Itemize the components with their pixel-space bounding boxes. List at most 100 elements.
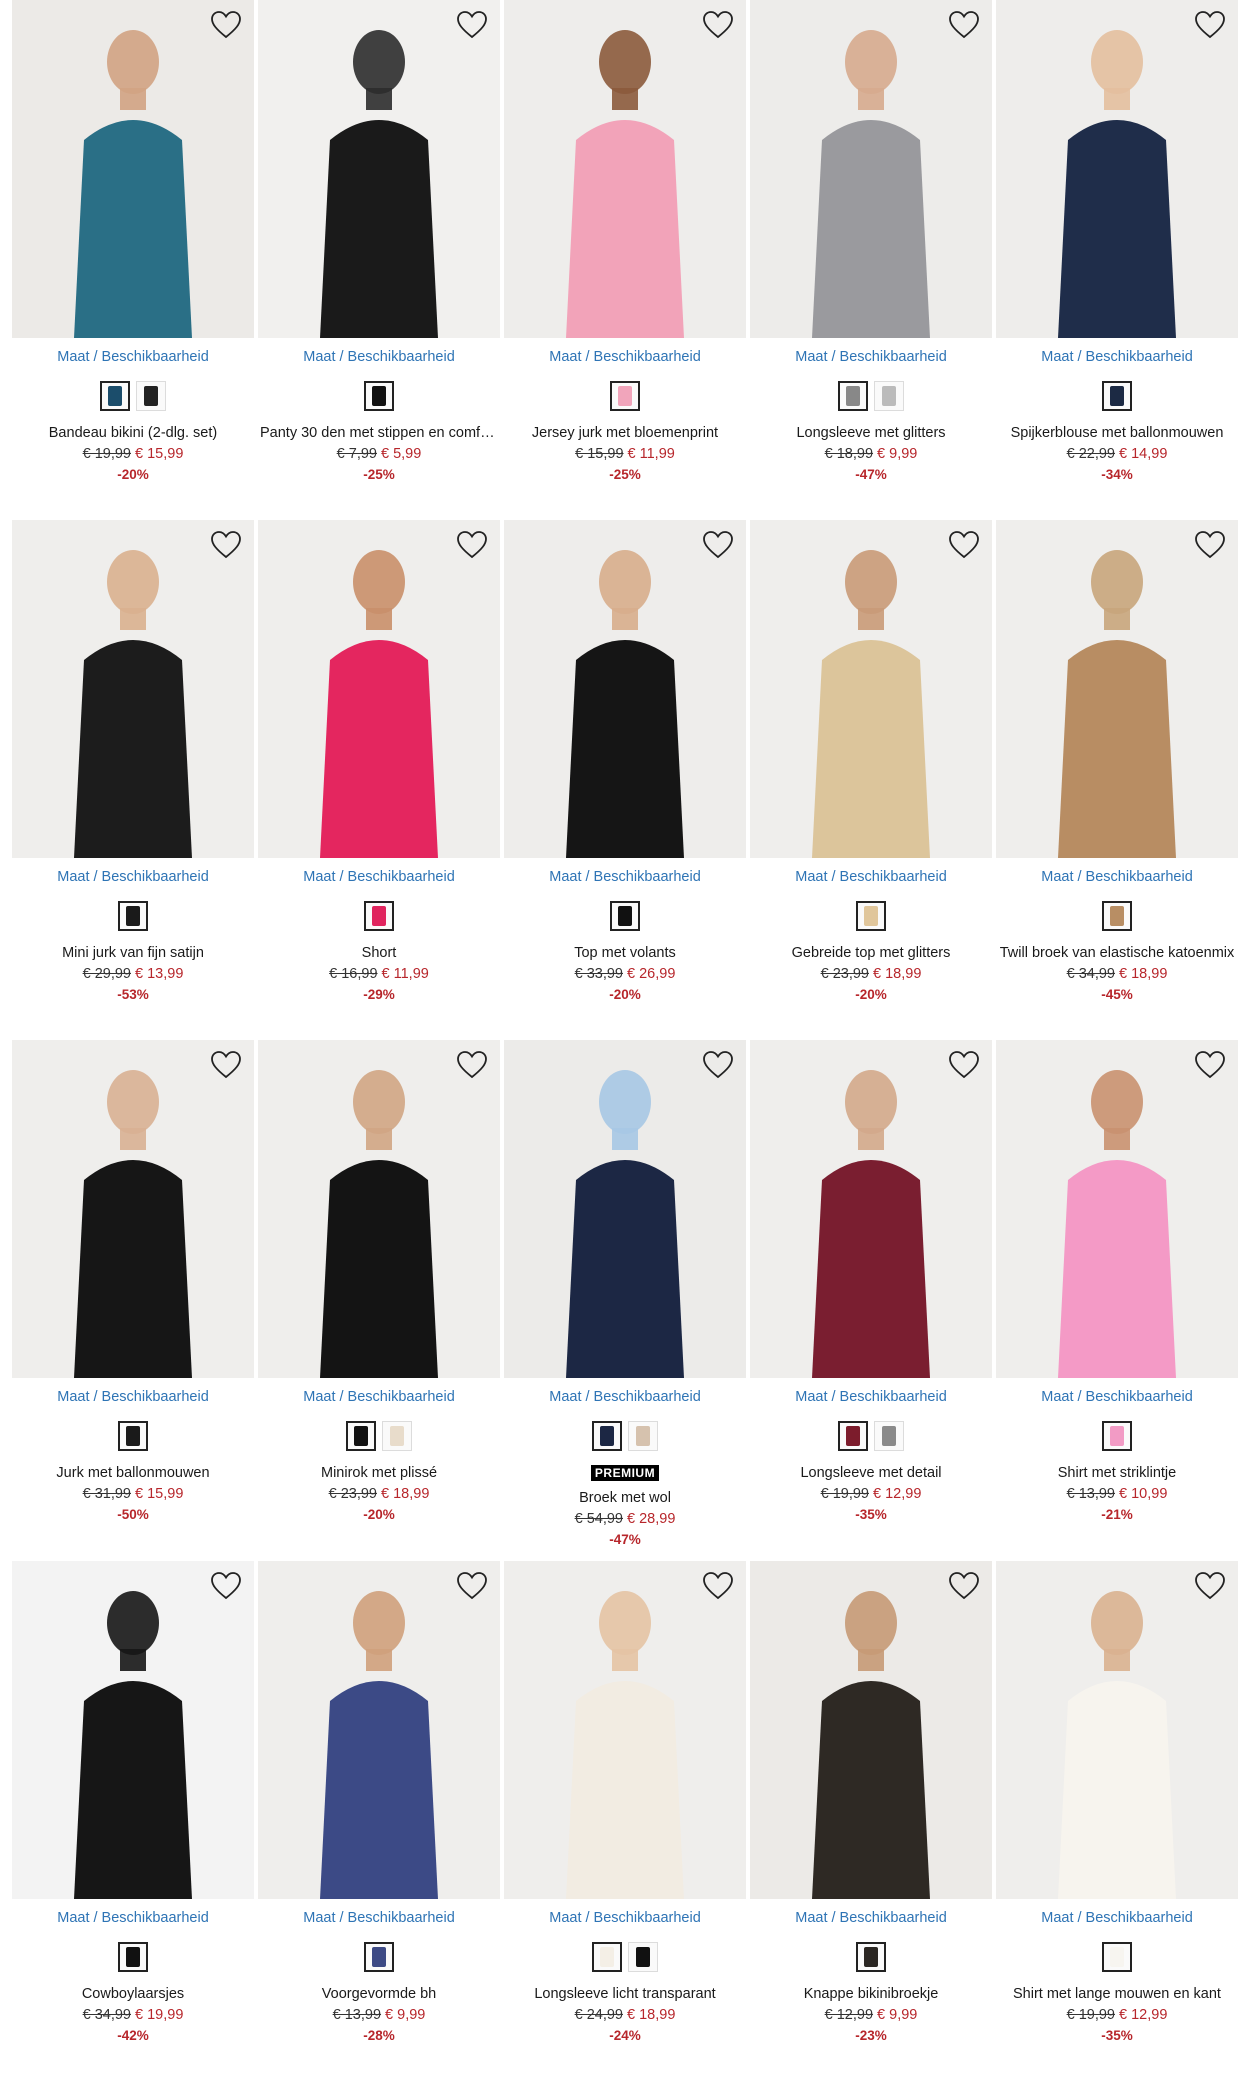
color-swatch[interactable] [118, 901, 148, 931]
wishlist-heart-icon[interactable] [456, 1050, 488, 1080]
color-swatch[interactable] [610, 381, 640, 411]
product-name[interactable]: Twill broek van elastische katoenmix [996, 945, 1238, 961]
color-swatch[interactable] [838, 381, 868, 411]
size-availability-link[interactable]: Maat / Beschikbaarheid [996, 869, 1238, 885]
product-name[interactable]: Broek met wol [504, 1490, 746, 1506]
wishlist-heart-icon[interactable] [1194, 1050, 1226, 1080]
color-swatch[interactable] [856, 901, 886, 931]
product-card[interactable]: Maat / Beschikbaarheid Cowboylaarsjes € 34… [12, 1561, 254, 2081]
color-swatch[interactable] [100, 381, 130, 411]
product-image[interactable] [750, 520, 992, 858]
product-card[interactable]: Maat / Beschikbaarheid Knappe bikinibroek… [750, 1561, 992, 2081]
product-card[interactable]: Maat / Beschikbaarheid Longsleeve licht t… [504, 1561, 746, 2081]
color-swatch[interactable] [118, 1942, 148, 1972]
product-name[interactable]: Mini jurk van fijn satijn [12, 945, 254, 961]
wishlist-heart-icon[interactable] [456, 530, 488, 560]
product-image[interactable] [996, 520, 1238, 858]
size-availability-link[interactable]: Maat / Beschikbaarheid [12, 349, 254, 365]
color-swatch[interactable] [1102, 1942, 1132, 1972]
product-name[interactable]: Longsleeve met glitters [750, 425, 992, 441]
product-image[interactable] [258, 520, 500, 858]
wishlist-heart-icon[interactable] [210, 10, 242, 40]
product-name[interactable]: Longsleeve met detail [750, 1465, 992, 1481]
product-image[interactable] [996, 0, 1238, 338]
size-availability-link[interactable]: Maat / Beschikbaarheid [750, 1910, 992, 1926]
color-swatch[interactable] [874, 381, 904, 411]
product-card[interactable]: Maat / Beschikbaarheid Spijkerblouse met … [996, 0, 1238, 520]
color-swatch[interactable] [628, 1421, 658, 1451]
product-image[interactable] [750, 0, 992, 338]
size-availability-link[interactable]: Maat / Beschikbaarheid [258, 349, 500, 365]
product-card[interactable]: Maat / Beschikbaarheid Voorgevormde bh € 1… [258, 1561, 500, 2081]
product-name[interactable]: Knappe bikinibroekje [750, 1986, 992, 2002]
product-card[interactable]: Maat / Beschikbaarheid Twill broek van el… [996, 520, 1238, 1040]
product-image[interactable] [12, 1040, 254, 1378]
product-card[interactable]: Maat / Beschikbaarheid Longsleeve met gli… [750, 0, 992, 520]
product-name[interactable]: Shirt met striklintje [996, 1465, 1238, 1481]
product-name[interactable]: Top met volants [504, 945, 746, 961]
size-availability-link[interactable]: Maat / Beschikbaarheid [996, 1910, 1238, 1926]
color-swatch[interactable] [364, 381, 394, 411]
color-swatch[interactable] [628, 1942, 658, 1972]
product-name[interactable]: Jersey jurk met bloemenprint [504, 425, 746, 441]
product-image[interactable] [12, 520, 254, 858]
product-name[interactable]: Jurk met ballonmouwen [12, 1465, 254, 1481]
product-image[interactable] [504, 1561, 746, 1899]
product-card[interactable]: Maat / Beschikbaarheid Jurk met ballonmou… [12, 1040, 254, 1560]
wishlist-heart-icon[interactable] [948, 530, 980, 560]
wishlist-heart-icon[interactable] [1194, 10, 1226, 40]
color-swatch[interactable] [1102, 381, 1132, 411]
size-availability-link[interactable]: Maat / Beschikbaarheid [504, 869, 746, 885]
product-card[interactable]: Maat / Beschikbaarheid Short € 16,99 € 11,9… [258, 520, 500, 1040]
color-swatch[interactable] [592, 1942, 622, 1972]
product-name[interactable]: Voorgevormde bh [258, 1986, 500, 2002]
size-availability-link[interactable]: Maat / Beschikbaarheid [258, 1910, 500, 1926]
product-name[interactable]: Gebreide top met glitters [750, 945, 992, 961]
product-card[interactable]: Maat / Beschikbaarheid Panty 30 den met s… [258, 0, 500, 520]
wishlist-heart-icon[interactable] [948, 10, 980, 40]
product-card[interactable]: Maat / Beschikbaarheid Shirt met lange mo… [996, 1561, 1238, 2081]
wishlist-heart-icon[interactable] [702, 10, 734, 40]
product-name[interactable]: Shirt met lange mouwen en kant [996, 1986, 1238, 2002]
product-image[interactable] [12, 1561, 254, 1899]
size-availability-link[interactable]: Maat / Beschikbaarheid [258, 869, 500, 885]
size-availability-link[interactable]: Maat / Beschikbaarheid [996, 1389, 1238, 1405]
product-name[interactable]: Longsleeve licht transparant [504, 1986, 746, 2002]
product-card[interactable]: Maat / Beschikbaarheid Mini jurk van fijn… [12, 520, 254, 1040]
product-card[interactable]: Maat / Beschikbaarheid Longsleeve met det… [750, 1040, 992, 1560]
product-image[interactable] [996, 1561, 1238, 1899]
product-name[interactable]: Minirok met plissé [258, 1465, 500, 1481]
product-image[interactable] [258, 1561, 500, 1899]
wishlist-heart-icon[interactable] [948, 1050, 980, 1080]
product-image[interactable] [504, 520, 746, 858]
wishlist-heart-icon[interactable] [210, 1571, 242, 1601]
color-swatch[interactable] [610, 901, 640, 931]
product-image[interactable] [504, 0, 746, 338]
product-image[interactable] [750, 1561, 992, 1899]
product-image[interactable] [750, 1040, 992, 1378]
product-name[interactable]: Spijkerblouse met ballonmouwen [996, 425, 1238, 441]
size-availability-link[interactable]: Maat / Beschikbaarheid [12, 869, 254, 885]
product-card[interactable]: Maat / Beschikbaarheid Gebreide top met g… [750, 520, 992, 1040]
product-name[interactable]: Panty 30 den met stippen en comfo… [258, 425, 500, 441]
size-availability-link[interactable]: Maat / Beschikbaarheid [750, 869, 992, 885]
color-swatch[interactable] [1102, 901, 1132, 931]
color-swatch[interactable] [856, 1942, 886, 1972]
color-swatch[interactable] [136, 381, 166, 411]
product-image[interactable] [996, 1040, 1238, 1378]
product-card[interactable]: Maat / Beschikbaarheid Bandeau bikini (2-… [12, 0, 254, 520]
color-swatch[interactable] [346, 1421, 376, 1451]
size-availability-link[interactable]: Maat / Beschikbaarheid [996, 349, 1238, 365]
product-card[interactable]: Maat / Beschikbaarheid Top met volants € 3… [504, 520, 746, 1040]
product-card[interactable]: Maat / Beschikbaarheid PREMIUM Broek met w… [504, 1040, 746, 1560]
product-card[interactable]: Maat / Beschikbaarheid Jersey jurk met bl… [504, 0, 746, 520]
size-availability-link[interactable]: Maat / Beschikbaarheid [258, 1389, 500, 1405]
wishlist-heart-icon[interactable] [1194, 530, 1226, 560]
color-swatch[interactable] [838, 1421, 868, 1451]
wishlist-heart-icon[interactable] [456, 10, 488, 40]
size-availability-link[interactable]: Maat / Beschikbaarheid [12, 1389, 254, 1405]
wishlist-heart-icon[interactable] [702, 1571, 734, 1601]
wishlist-heart-icon[interactable] [1194, 1571, 1226, 1601]
size-availability-link[interactable]: Maat / Beschikbaarheid [12, 1910, 254, 1926]
color-swatch[interactable] [592, 1421, 622, 1451]
